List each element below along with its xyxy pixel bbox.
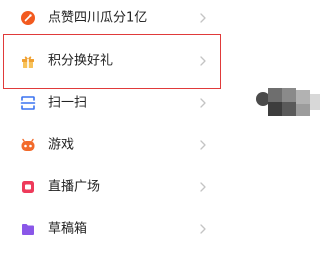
menu-item-label: 直播广场 [48, 179, 101, 195]
scan-icon [20, 95, 36, 111]
chevron-right-icon [200, 98, 206, 108]
chevron-right-icon [200, 13, 206, 23]
side-menu-panel: 点赞四川瓜分1亿 积分换好礼 扫一扫 游戏 直播广场 草稿箱 [0, 0, 224, 240]
folder-icon [20, 221, 36, 237]
gift-icon [20, 53, 36, 69]
menu-item-drafts[interactable]: 草稿箱 [0, 204, 224, 254]
menu-item-label: 积分换好礼 [48, 53, 114, 69]
blurred-region [254, 86, 320, 120]
game-controller-icon [20, 137, 36, 153]
chevron-right-icon [200, 224, 206, 234]
menu-item-label: 游戏 [48, 137, 75, 153]
menu-item-label: 点赞四川瓜分1亿 [48, 10, 148, 26]
menu-item-label: 扫一扫 [48, 95, 88, 111]
menu-item-label: 草稿箱 [48, 221, 88, 237]
red-orange-circle-icon [20, 10, 36, 26]
chevron-right-icon [200, 140, 206, 150]
live-tv-icon [20, 179, 36, 195]
chevron-right-icon [200, 56, 206, 66]
chevron-right-icon [200, 182, 206, 192]
